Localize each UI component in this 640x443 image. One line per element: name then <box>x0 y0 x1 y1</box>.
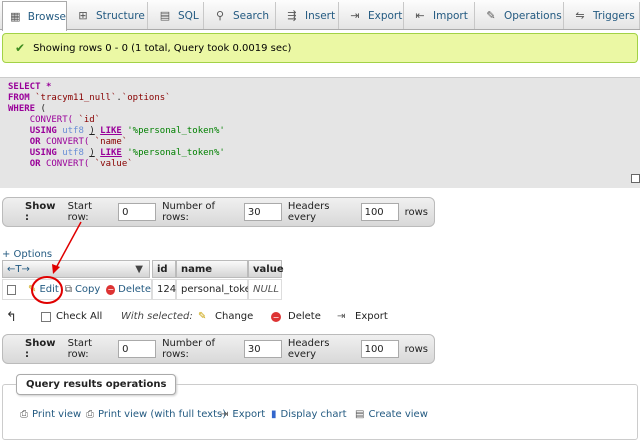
bulk-delete-icon: − <box>271 312 281 322</box>
success-message: ✔ Showing rows 0 - 0 (1 total, Query too… <box>2 33 638 63</box>
success-text: Showing rows 0 - 0 (1 total, Query took … <box>33 42 292 54</box>
num-rows-input[interactable] <box>243 203 282 221</box>
wrench-icon: ✎ <box>486 9 496 22</box>
insert-icon: ⇶ <box>287 9 297 22</box>
sort-dropdown-icon[interactable]: ▼ <box>135 264 143 275</box>
copy-link[interactable]: Copy <box>75 284 100 295</box>
bulk-delete-button[interactable]: Delete <box>288 311 321 322</box>
cell-value[interactable]: NULL <box>248 279 282 300</box>
display-chart-link[interactable]: ▮ Display chart <box>271 409 347 420</box>
create-view-link[interactable]: ▤ Create view <box>355 409 428 420</box>
export-icon: ⇥ <box>350 9 360 22</box>
tab-insert[interactable]: ⇶ Insert <box>279 2 339 29</box>
num-rows-label: Number of rows: <box>162 201 216 223</box>
delete-icon: − <box>106 284 116 295</box>
structure-icon: ⊞ <box>78 9 88 22</box>
export-icon: ⇥ <box>220 409 229 420</box>
cell-id[interactable]: 124 <box>152 279 176 300</box>
sort-arrows-icon[interactable]: ←T→ <box>7 264 30 275</box>
start-row-label: Start row: <box>67 201 93 223</box>
change-button[interactable]: Change <box>215 311 253 322</box>
start-row-label: Start row: <box>67 338 93 360</box>
bulk-export-button[interactable]: Export <box>355 311 388 322</box>
query-results-operations-title: Query results operations <box>16 374 177 395</box>
chart-icon: ▮ <box>271 409 277 420</box>
export-link[interactable]: ⇥ Export <box>220 409 265 420</box>
change-icon: ✎ <box>198 311 207 322</box>
check-all-label[interactable]: Check All <box>56 311 102 322</box>
check-all-arrow-icon: ↰ <box>6 310 17 325</box>
headers-every-label: Headers every <box>287 201 330 223</box>
headers-every-input[interactable] <box>360 203 399 221</box>
show-label[interactable]: Show : <box>25 201 60 223</box>
search-icon: ⚲ <box>215 9 225 22</box>
tab-operations[interactable]: ✎ Operations <box>478 2 564 29</box>
sql-box-checkbox[interactable] <box>631 174 640 183</box>
nav-bar-bottom: Show : Start row: Number of rows: Header… <box>2 334 435 364</box>
printer-icon: ⎙ <box>20 409 28 420</box>
copy-icon: ⧉ <box>64 284 72 295</box>
tab-export[interactable]: ⇥ Export <box>342 2 404 29</box>
print-view-link[interactable]: ⎙ Print view <box>20 409 81 420</box>
sql-icon: ▤ <box>159 9 171 22</box>
create-view-icon: ▤ <box>355 409 365 420</box>
headers-every-input[interactable] <box>360 340 399 358</box>
column-header-name[interactable]: name <box>176 260 248 278</box>
tab-sql[interactable]: ▤ SQL <box>152 2 204 29</box>
nav-bar-top: Show : Start row: Number of rows: Header… <box>2 197 435 227</box>
tab-search[interactable]: ⚲ Search <box>207 2 276 29</box>
tab-structure[interactable]: ⊞ Structure <box>70 2 148 29</box>
bulk-export-icon: ⇥ <box>337 311 346 322</box>
column-actions-header: ←T→ ▼ <box>2 260 150 278</box>
tab-browse[interactable]: ▦ Browse <box>2 1 67 31</box>
sql-query-box: SELECT * FROM `tracym11_null`.`options` … <box>0 77 640 188</box>
tab-bar: ▦ Browse ⊞ Structure ▤ SQL ⚲ Search ⇶ Insert … <box>0 0 640 31</box>
rows-label: rows <box>404 206 428 218</box>
import-icon: ⇤ <box>415 9 425 22</box>
row-checkbox[interactable] <box>7 284 17 295</box>
sql-query: SELECT * FROM `tracym11_null`.`options` … <box>8 82 225 169</box>
headers-every-label: Headers every <box>287 338 330 360</box>
show-label[interactable]: Show : <box>25 338 60 360</box>
rows-label: rows <box>404 343 428 355</box>
column-header-value[interactable]: value <box>248 260 284 278</box>
column-header-id[interactable]: id <box>152 260 176 278</box>
num-rows-input[interactable] <box>243 340 282 358</box>
with-selected-label: With selected: <box>121 311 193 322</box>
tab-triggers[interactable]: ⇋ Triggers <box>567 2 640 29</box>
printer-icon: ⎙ <box>86 409 94 420</box>
tab-import[interactable]: ⇤ Import <box>407 2 475 29</box>
delete-link[interactable]: Delete <box>118 284 151 295</box>
check-all-checkbox[interactable] <box>41 312 51 322</box>
edit-link[interactable]: Edit <box>39 284 58 295</box>
start-row-input[interactable] <box>118 203 157 221</box>
browse-icon: ▦ <box>10 10 21 23</box>
num-rows-label: Number of rows: <box>162 338 216 360</box>
start-row-input[interactable] <box>118 340 157 358</box>
pencil-icon: ✎ <box>28 284 37 295</box>
triggers-icon: ⇋ <box>575 9 585 22</box>
cell-name[interactable]: personal_token <box>176 279 257 300</box>
checkmark-icon: ✔ <box>15 41 26 55</box>
table-row-actions: ✎ Edit ⧉ Copy − Delete <box>2 279 152 300</box>
options-link[interactable]: + Options <box>2 249 52 260</box>
print-view-full-link[interactable]: ⎙ Print view (with full texts) <box>86 409 226 420</box>
